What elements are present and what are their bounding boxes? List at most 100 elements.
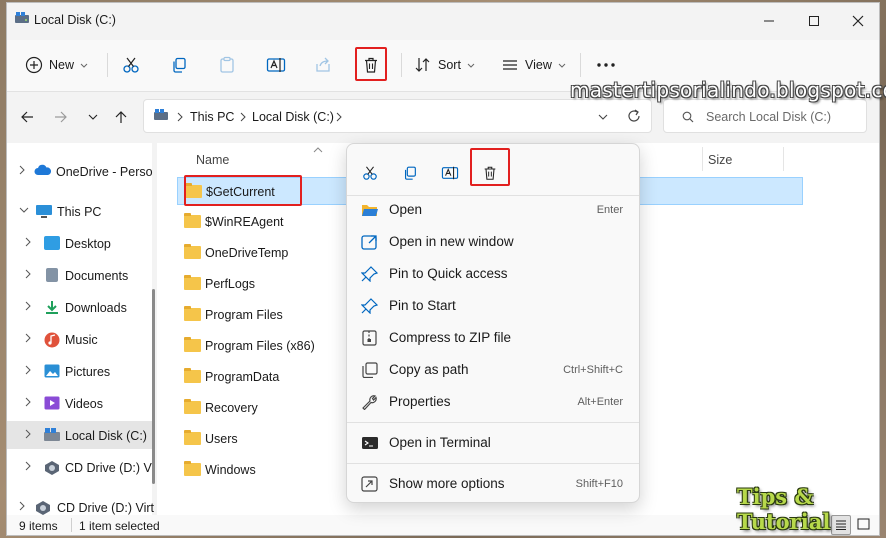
new-button-label: New xyxy=(49,58,75,72)
minimize-button[interactable] xyxy=(747,3,791,38)
menu-item-compress-zip[interactable]: Compress to ZIP file xyxy=(351,323,635,353)
selected-item-highlight-box xyxy=(184,175,302,206)
nav-item-label: Local Disk (C:) xyxy=(65,429,147,443)
nav-item-videos[interactable]: Videos xyxy=(7,389,152,417)
column-header-name[interactable]: Name xyxy=(196,153,229,167)
file-name: ProgramData xyxy=(205,370,280,384)
arrow-up-icon xyxy=(114,110,128,124)
forward-button[interactable] xyxy=(49,105,73,129)
folder-icon xyxy=(184,461,201,476)
menu-divider xyxy=(347,463,639,464)
toolbar-divider xyxy=(401,53,402,77)
nav-item-cd-drive[interactable]: CD Drive (D:) Vi xyxy=(7,453,154,481)
menu-copy-button[interactable] xyxy=(395,158,425,188)
chevron-right-icon xyxy=(19,501,25,511)
menu-item-copy-path[interactable]: Copy as path Ctrl+Shift+C xyxy=(351,355,635,385)
chevron-right-icon xyxy=(25,365,31,375)
address-dropdown-button[interactable] xyxy=(598,114,608,120)
scissors-icon xyxy=(122,56,140,74)
nav-item-label: OneDrive - Perso xyxy=(56,165,153,179)
nav-item-label: Music xyxy=(65,333,98,347)
copy-path-icon xyxy=(361,362,379,378)
chevron-right-icon xyxy=(240,112,246,122)
nav-item-desktop[interactable]: Desktop xyxy=(7,229,152,257)
menu-item-properties[interactable]: Properties Alt+Enter xyxy=(351,387,635,417)
more-options-icon xyxy=(361,476,379,492)
scissors-icon xyxy=(362,165,378,181)
pin-icon xyxy=(361,298,379,314)
zip-icon xyxy=(361,330,379,346)
address-bar[interactable]: This PC Local Disk (C:) xyxy=(143,99,652,133)
back-button[interactable] xyxy=(15,105,39,129)
open-folder-icon xyxy=(361,202,379,218)
share-button[interactable] xyxy=(314,50,332,80)
menu-cut-button[interactable] xyxy=(355,158,385,188)
file-name: PerfLogs xyxy=(205,277,256,291)
title-bar: Local Disk (C:) xyxy=(7,3,879,38)
nav-item-onedrive[interactable]: OneDrive - Perso xyxy=(7,157,153,185)
menu-item-open-new-window[interactable]: Open in new window xyxy=(351,227,635,257)
menu-rename-button[interactable] xyxy=(435,158,465,188)
nav-item-this-pc[interactable]: This PC xyxy=(7,197,152,225)
cd-drive-icon xyxy=(44,460,60,475)
chevron-right-icon xyxy=(25,333,31,343)
menu-item-pin-start[interactable]: Pin to Start xyxy=(351,291,635,321)
search-placeholder: Search Local Disk (C:) xyxy=(706,110,832,124)
see-more-button[interactable] xyxy=(596,50,616,80)
folder-icon xyxy=(184,430,201,445)
terminal-icon xyxy=(361,435,379,451)
rename-icon xyxy=(266,56,286,74)
cloud-icon xyxy=(34,164,52,178)
recent-locations-button[interactable] xyxy=(81,105,105,129)
plus-circle-icon xyxy=(25,56,43,74)
menu-item-label: Open xyxy=(389,202,423,217)
view-button[interactable]: View xyxy=(501,50,566,80)
menu-item-label: Show more options xyxy=(389,476,505,491)
new-button[interactable]: New xyxy=(25,50,88,80)
close-button[interactable] xyxy=(836,3,879,38)
cut-button[interactable] xyxy=(122,50,140,80)
documents-icon xyxy=(46,268,58,282)
paste-button[interactable] xyxy=(218,50,236,80)
sort-button[interactable]: Sort xyxy=(414,50,475,80)
brand-watermark: Tips & Tutorial xyxy=(737,484,831,534)
nav-item-downloads[interactable]: Downloads xyxy=(7,293,152,321)
menu-item-pin-quick-access[interactable]: Pin to Quick access xyxy=(351,259,635,289)
menu-item-shortcut: Shift+F10 xyxy=(575,478,623,490)
nav-item-label: Desktop xyxy=(65,237,111,251)
folder-icon xyxy=(184,213,201,228)
refresh-icon[interactable] xyxy=(627,109,641,123)
share-icon xyxy=(314,56,332,74)
nav-item-music[interactable]: Music xyxy=(7,325,152,353)
file-name: Recovery xyxy=(205,401,258,415)
desktop-icon xyxy=(44,236,60,250)
search-box[interactable]: Search Local Disk (C:) xyxy=(663,99,867,133)
search-icon xyxy=(682,111,694,123)
videos-icon xyxy=(44,396,60,410)
nav-item-local-disk[interactable]: Local Disk (C:) xyxy=(7,421,152,449)
breadcrumb-local-disk[interactable]: Local Disk (C:) xyxy=(252,110,334,124)
nav-item-pictures[interactable]: Pictures xyxy=(7,357,152,385)
nav-item-label: CD Drive (D:) Virt xyxy=(57,501,154,515)
rename-button[interactable] xyxy=(266,50,286,80)
copy-button[interactable] xyxy=(170,50,188,80)
delete-highlight-box xyxy=(470,148,510,186)
more-horizontal-icon xyxy=(596,62,616,68)
up-button[interactable] xyxy=(109,105,133,129)
menu-item-open-terminal[interactable]: Open in Terminal xyxy=(351,428,635,458)
column-header-size[interactable]: Size xyxy=(708,153,732,167)
chevron-right-icon xyxy=(336,112,342,122)
nav-item-documents[interactable]: Documents xyxy=(7,261,152,289)
navigation-pane: OneDrive - Perso This PC Desktop Documen… xyxy=(7,143,154,515)
context-menu: Open Enter Open in new window Pin to Qui… xyxy=(346,143,640,503)
maximize-button[interactable] xyxy=(792,3,836,38)
breadcrumb-this-pc[interactable]: This PC xyxy=(190,110,234,124)
arrow-right-icon xyxy=(54,110,68,124)
view-list-icon xyxy=(501,56,519,74)
toolbar-divider xyxy=(580,53,581,77)
menu-item-shortcut: Enter xyxy=(596,204,623,216)
nav-scrollbar[interactable] xyxy=(152,289,155,484)
menu-item-open[interactable]: Open Enter xyxy=(351,195,635,225)
copy-icon xyxy=(170,56,188,74)
menu-item-show-more[interactable]: Show more options Shift+F10 xyxy=(351,469,635,499)
